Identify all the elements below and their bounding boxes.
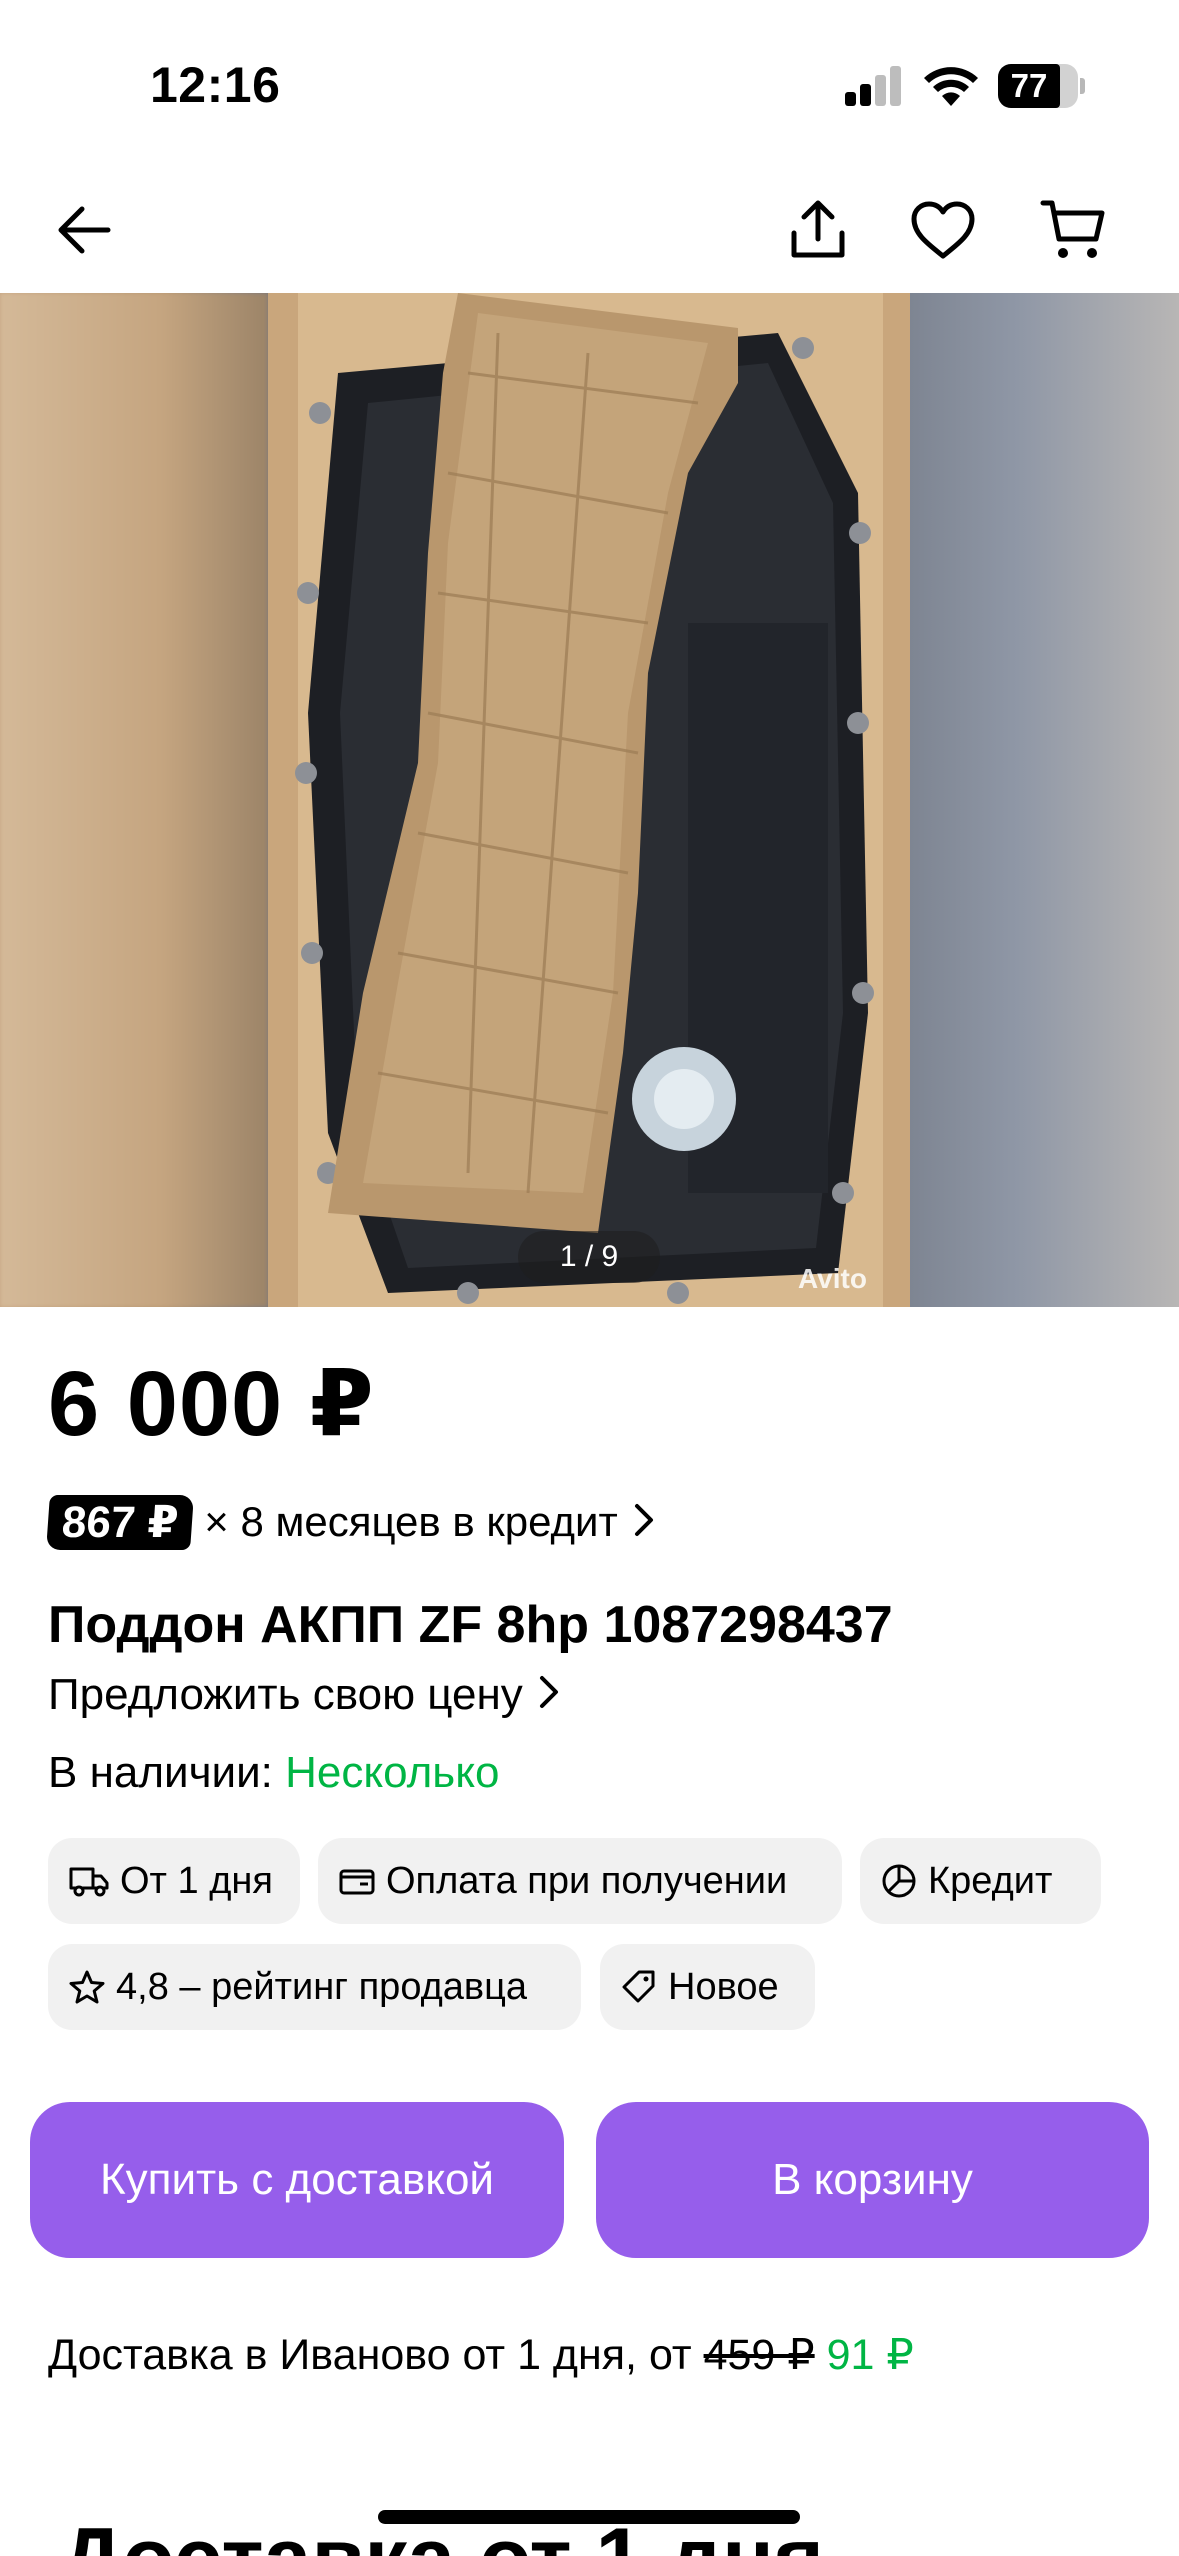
product-title: Поддон АКПП ZF 8hp 1087298437 xyxy=(48,1596,893,1654)
stock-label: В наличии: xyxy=(48,1748,273,1797)
star-icon xyxy=(69,1970,105,2004)
credit-amount-badge: 867 ₽ xyxy=(46,1494,195,1550)
credit-offer[interactable]: 867 ₽ × 8 месяцев в кредит xyxy=(46,1490,654,1554)
product-photo-gallery[interactable]: 1 / 9 Avito xyxy=(0,293,1179,1307)
battery-icon: 77 xyxy=(998,64,1078,108)
stock-value: Несколько xyxy=(285,1748,500,1797)
pie-chart-icon xyxy=(882,1864,916,1898)
gallery-blur-left xyxy=(0,293,268,1307)
status-bar: 12:16 77 xyxy=(0,0,1179,170)
delivery-info: Доставка в Иваново от 1 дня, от 459 ₽ 91… xyxy=(48,2330,914,2380)
cart-icon[interactable] xyxy=(1033,190,1113,270)
add-to-cart-button[interactable]: В корзину xyxy=(596,2102,1149,2258)
gallery-blur-right xyxy=(910,293,1179,1307)
tag-icon xyxy=(622,1970,655,2003)
delivery-old-price: 459 ₽ xyxy=(703,2331,815,2379)
chip-label: От 1 дня xyxy=(120,1859,273,1902)
product-price: 6 000 ₽ xyxy=(48,1353,375,1455)
chip-seller-rating[interactable]: 4,8 – рейтинг продавца xyxy=(48,1944,581,2030)
back-arrow-icon[interactable] xyxy=(44,190,124,270)
heart-icon[interactable] xyxy=(903,190,983,270)
photo-counter: 1 / 9 xyxy=(518,1231,660,1283)
delivery-new-price: 91 ₽ xyxy=(826,2331,914,2379)
wallet-icon xyxy=(339,1869,375,1895)
chevron-right-icon xyxy=(539,1670,559,1720)
wifi-icon xyxy=(922,62,980,108)
avito-watermark: Avito xyxy=(798,1263,867,1294)
chip-credit[interactable]: Кредит xyxy=(860,1838,1101,1924)
product-photo[interactable] xyxy=(268,293,910,1307)
chip-pay-on-delivery[interactable]: Оплата при получении xyxy=(318,1838,842,1924)
chip-label: Новое xyxy=(668,1965,779,2008)
truck-icon xyxy=(69,1867,109,1897)
buy-with-delivery-button[interactable]: Купить с доставкой xyxy=(30,2102,564,2258)
battery-cap xyxy=(1080,78,1085,94)
home-indicator[interactable] xyxy=(378,2510,800,2524)
chip-label: 4,8 – рейтинг продавца xyxy=(116,1965,528,2008)
offer-price-label: Предложить свою цену xyxy=(48,1670,523,1719)
chip-condition[interactable]: Новое xyxy=(600,1944,815,2030)
credit-term-text: × 8 месяцев в кредит xyxy=(204,1498,618,1545)
chip-label: Оплата при получении xyxy=(386,1859,788,1902)
chip-delivery-time[interactable]: От 1 дня xyxy=(48,1838,300,1924)
delivery-text: Доставка в Иваново от 1 дня, от xyxy=(48,2331,692,2379)
chevron-right-icon xyxy=(634,1503,654,1542)
status-time: 12:16 xyxy=(150,57,281,113)
share-icon[interactable] xyxy=(778,190,858,270)
battery-level: 77 xyxy=(1010,67,1048,104)
stock-status: В наличии: Несколько xyxy=(48,1748,499,1798)
cellular-signal-icon xyxy=(845,66,903,106)
chip-label: Кредит xyxy=(928,1859,1053,1902)
offer-price-link[interactable]: Предложить свою цену xyxy=(48,1670,559,1720)
top-navbar xyxy=(0,180,1179,292)
